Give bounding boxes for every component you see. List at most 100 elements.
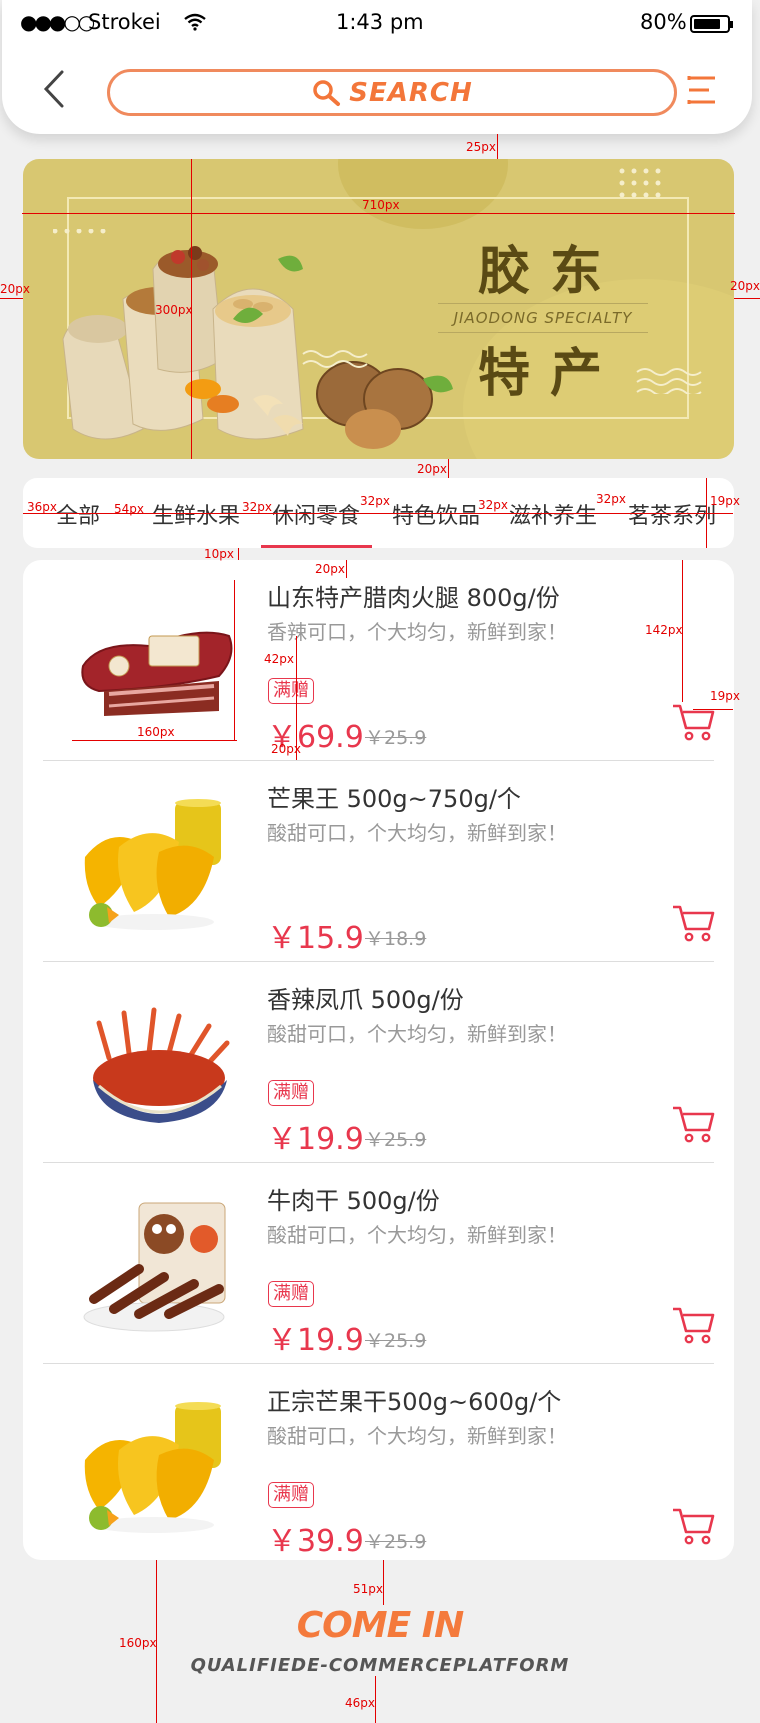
measure-line [72,740,237,741]
tab-health[interactable]: 滋补养生 [509,498,597,530]
status-bar: ●●●○○ Strokei 1:43 pm 80% [0,0,760,50]
measure-label: 32px [360,494,390,508]
product-description: 酸甜可口，个大均匀，新鲜到家！ [267,821,567,845]
measure-label: 19px [710,689,740,703]
measure-line [346,560,347,578]
original-price: ￥25.9 [365,727,427,749]
measure-line [0,298,23,299]
product-item[interactable]: 正宗芒果干500g~600g/个 酸甜可口，个大均匀，新鲜到家！ 满赠 ￥39.… [23,1364,734,1564]
product-name: 正宗芒果干500g~600g/个 [267,1388,562,1416]
measure-label: 160px [137,725,175,739]
measure-label: 32px [242,500,272,514]
cart-icon[interactable] [671,1305,715,1345]
banner-dots [618,167,668,211]
measure-label: 20px [315,562,345,576]
product-price: ￥19.9 [267,1323,364,1358]
measure-label: 19px [710,494,740,508]
measure-label: 51px [353,1582,383,1596]
measure-line [22,213,735,214]
signal-icon: ●●●○○ [20,10,95,34]
search-input[interactable]: SEARCH [107,69,677,116]
search-placeholder: SEARCH [349,77,473,108]
measure-line [497,134,498,159]
cart-icon[interactable] [671,702,715,742]
battery-icon [690,15,733,33]
active-tab-indicator [261,545,372,548]
battery-percent: 80% [640,10,687,34]
battery-fill [694,19,720,29]
measure-label: 160px [119,1636,157,1650]
banner-subtitle: JIAODONG SPECIALTY [438,303,648,333]
measure-label: 142px [645,623,683,637]
measure-label: 20px [0,282,30,296]
product-price: ￥19.9 [267,1122,364,1157]
measure-line [693,709,733,710]
menu-icon [687,76,715,104]
tab-tea[interactable]: 茗茶系列 [628,498,716,530]
product-name: 牛肉干 500g/份 [267,1187,440,1215]
promo-badge: 满赠 [268,1482,314,1508]
product-description: 酸甜可口，个大均匀，新鲜到家！ [267,1424,567,1448]
product-description: 酸甜可口，个大均匀，新鲜到家！ [267,1022,567,1046]
tab-snacks[interactable]: 休闲零食 [272,498,360,530]
cart-icon[interactable] [671,1506,715,1546]
original-price: ￥25.9 [365,1330,427,1352]
tab-drinks[interactable]: 特色饮品 [392,498,480,530]
measure-label: 25px [466,140,496,154]
banner-waves [635,364,705,398]
menu-button[interactable] [685,73,719,107]
footer-title: COME IN [296,1605,465,1646]
measure-line [234,580,235,741]
measure-label: 42px [264,652,294,666]
product-image [83,1202,226,1332]
measure-line [383,1560,384,1605]
measure-label: 710px [362,198,400,212]
product-item[interactable]: 山东特产腊肉火腿 800g/份 香辣可口，个大均匀，新鲜到家！ 满赠 ￥69.9… [23,560,734,761]
tab-all[interactable]: 全部 [56,498,100,530]
product-description: 酸甜可口，个大均匀，新鲜到家！ [267,1223,567,1247]
measure-label: 300px [155,303,193,317]
nuts-illustration [53,229,453,449]
product-price: ￥39.9 [267,1524,364,1559]
cart-icon[interactable] [671,903,715,943]
banner-title-line1: 胶东 [478,241,623,302]
original-price: ￥18.9 [365,928,427,950]
product-list: 山东特产腊肉火腿 800g/份 香辣可口，个大均匀，新鲜到家！ 满赠 ￥69.9… [23,560,734,1560]
measure-line [375,1676,376,1723]
original-price: ￥25.9 [365,1531,427,1553]
search-icon [313,79,341,106]
chevron-left-icon [43,70,64,108]
promo-badge: 满赠 [268,678,314,704]
product-item[interactable]: 香辣凤爪 500g/份 酸甜可口，个大均匀，新鲜到家！ 满赠 ￥19.9 ￥25… [23,962,734,1163]
promo-badge: 满赠 [268,1080,314,1106]
measure-label: 20px [417,462,447,476]
product-item[interactable]: 芒果王 500g~750g/个 酸甜可口，个大均匀，新鲜到家！ ￥15.9 ￥1… [23,761,734,962]
product-image [84,1402,221,1533]
back-button[interactable] [38,68,74,110]
product-price: ￥15.9 [267,921,364,956]
measure-label: 46px [345,1696,375,1710]
original-price: ￥25.9 [365,1129,427,1151]
product-description: 香辣可口，个大均匀，新鲜到家！ [267,620,567,644]
wifi-icon [184,12,206,36]
measure-label: 32px [478,498,508,512]
measure-line [238,548,239,560]
cart-icon[interactable] [671,1104,715,1144]
footer-subtitle: QUALIFIEDE-COMMERCEPLATFORM [190,1655,570,1676]
measure-line [706,478,707,548]
clock: 1:43 pm [336,10,424,34]
product-name: 芒果王 500g~750g/个 [267,785,521,813]
measure-label: 36px [27,500,57,514]
product-image [81,631,233,716]
product-name: 香辣凤爪 500g/份 [267,986,464,1014]
measure-line [448,459,449,478]
banner-title-line2: 特产 [478,343,623,404]
product-name: 山东特产腊肉火腿 800g/份 [267,584,560,612]
promo-badge: 满赠 [268,1281,314,1307]
tab-fresh-fruit[interactable]: 生鲜水果 [152,498,240,530]
product-item[interactable]: 牛肉干 500g/份 酸甜可口，个大均匀，新鲜到家！ 满赠 ￥19.9 ￥25.… [23,1163,734,1364]
measure-label: 32px [596,492,626,506]
measure-label: 54px [114,502,144,516]
carrier-name: Strokei [88,10,161,34]
measure-label: 10px [204,547,234,561]
